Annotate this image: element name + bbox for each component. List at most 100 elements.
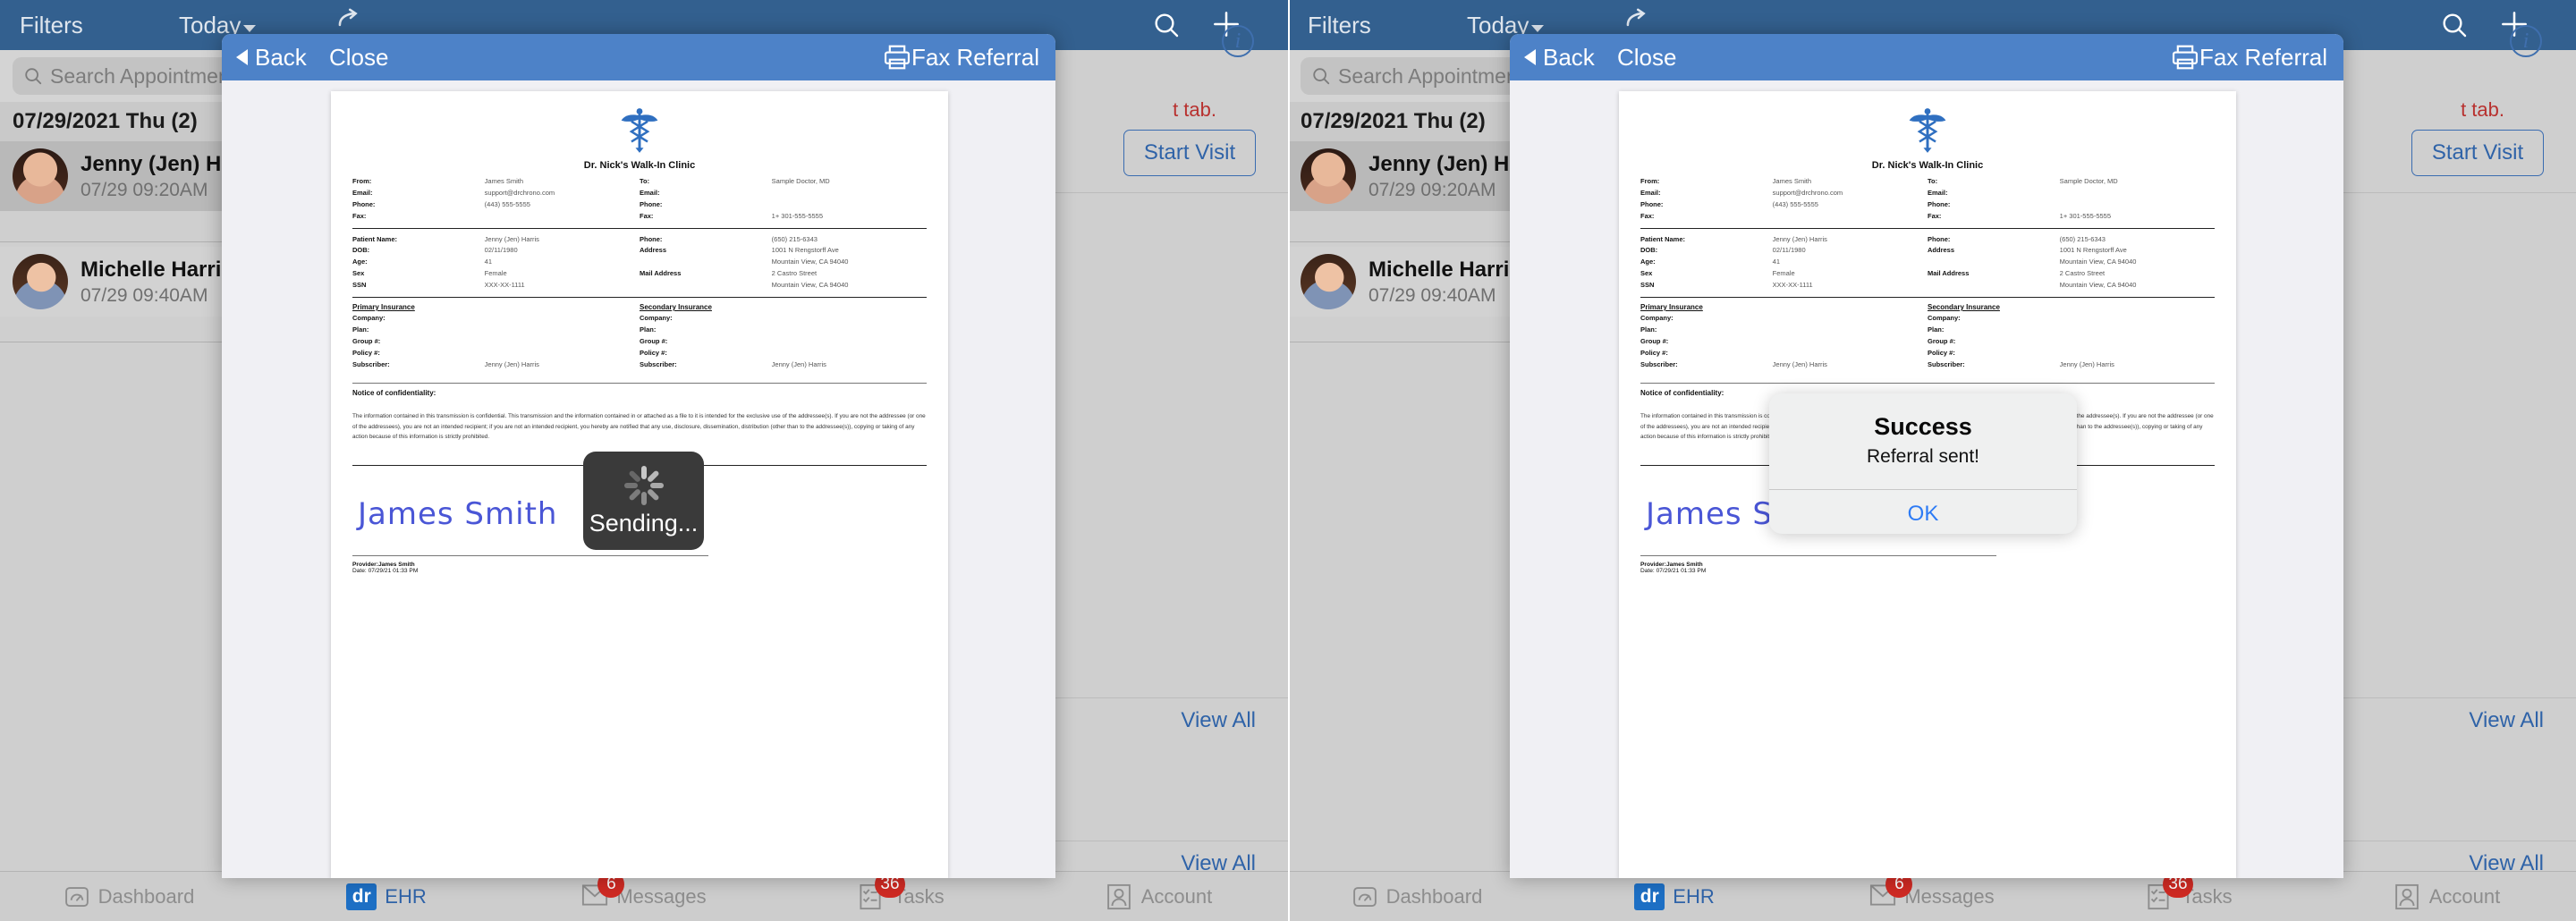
field-row: Phone: (443) 555-5555	[352, 199, 640, 211]
divider	[1640, 555, 1997, 557]
field-key: Email:	[1928, 188, 1948, 197]
field-key: Phone:	[640, 199, 663, 208]
info-icon[interactable]: i	[1222, 25, 1254, 57]
panel-gutter	[1288, 0, 1290, 921]
close-button[interactable]: Close	[1617, 44, 1676, 72]
field-key: Phone:	[1928, 234, 1951, 243]
tab-ehr[interactable]: dr EHR	[1546, 883, 1803, 910]
divider	[352, 227, 927, 229]
filters-button[interactable]: Filters	[1308, 12, 1371, 39]
from-column: From: James Smith Email: support@drchrono.…	[352, 176, 640, 223]
field-row: From: James Smith	[1640, 176, 1928, 188]
primary-insurance-column: Primary Insurance Company: Plan: Group #…	[352, 303, 640, 370]
field-value	[772, 313, 927, 325]
notice-body: The information contained in this transm…	[352, 413, 926, 440]
start-visit-button[interactable]: Start Visit	[1123, 130, 1256, 176]
caduceus-icon	[1907, 107, 1948, 158]
field-key: Patient Name:	[1640, 234, 1686, 243]
field-value	[1773, 325, 1928, 336]
field-row: Plan:	[1640, 325, 1928, 336]
field-value: (443) 555-5555	[484, 199, 530, 208]
provider-line: Provider:James Smith	[1640, 562, 1703, 569]
clinic-name: Dr. Nick's Walk-In Clinic	[583, 160, 696, 171]
field-row: Mountain View, CA 94040	[640, 257, 927, 268]
field-value: Sample Doctor, MD	[2059, 177, 2118, 185]
field-value	[2060, 188, 2215, 199]
section-heading: Secondary Insurance	[1928, 303, 2000, 312]
primary-insurance-column: Primary Insurance Company: Plan: Group #…	[1640, 303, 1928, 370]
date-line: Date: 07/29/21 01:33 PM	[1640, 568, 1707, 575]
field-row: Phone: (443) 555-5555	[1640, 199, 1928, 211]
alert-title: Success	[1874, 413, 1972, 440]
field-key: Phone:	[1640, 199, 1664, 208]
field-value	[772, 348, 927, 359]
close-button[interactable]: Close	[329, 44, 388, 72]
tab-label: Account	[2428, 884, 2501, 908]
filters-button[interactable]: Filters	[20, 12, 83, 39]
view-all-link[interactable]: View All	[1181, 708, 1256, 733]
field-key: Plan:	[352, 325, 369, 334]
secondary-insurance-column: Secondary Insurance Company: Plan: Group…	[640, 303, 927, 370]
printer-icon[interactable]	[2170, 44, 2200, 75]
back-button[interactable]: Back	[236, 44, 307, 72]
field-value: Jenny (Jen) Harris	[484, 234, 539, 243]
field-value	[2060, 336, 2215, 348]
gauge-icon	[64, 883, 90, 910]
patient-block: Patient Name: Jenny (Jen) Harris DOB: 02/1…	[1640, 234, 2215, 292]
insurance-block: Primary Insurance Company: Plan: Group #…	[352, 303, 927, 370]
tab-dashboard[interactable]: Dashboard	[0, 883, 258, 910]
tab-dashboard[interactable]: Dashboard	[1288, 883, 1546, 910]
divider	[1640, 383, 2215, 384]
field-row: Company:	[640, 313, 927, 325]
contact-column: Phone: (650) 215-6343 Address 1001 N Rengs…	[640, 234, 927, 292]
info-icon[interactable]: i	[2510, 25, 2542, 57]
field-key: Policy #:	[640, 348, 667, 357]
search-icon[interactable]	[1152, 11, 1181, 44]
field-row: Patient Name: Jenny (Jen) Harris	[1640, 234, 1928, 246]
right-screenshot-panel: Filters Today Search Appointments 07/29/…	[1288, 0, 2576, 921]
field-key: Group #:	[352, 336, 381, 345]
back-button[interactable]: Back	[1524, 44, 1595, 72]
field-row: Email:	[640, 188, 927, 199]
left-screenshot-panel: Filters Today Search Appointments 07/29/…	[0, 0, 1288, 921]
divider	[352, 555, 709, 557]
tab-tasks[interactable]: 36 Tasks	[773, 870, 1030, 910]
field-key: Age:	[1640, 258, 1656, 266]
envelope-icon: 6	[1869, 870, 1913, 910]
avatar	[13, 254, 68, 309]
divider	[1640, 227, 2215, 229]
view-all-link[interactable]: View All	[2469, 708, 2544, 733]
patient-column: Patient Name: Jenny (Jen) Harris DOB: 02/1…	[352, 234, 640, 292]
tab-ehr[interactable]: dr EHR	[258, 883, 515, 910]
modal-title: Fax Referral	[911, 43, 1039, 71]
modal-header: Back Close Fax Referral	[222, 34, 1055, 80]
alert-ok-button[interactable]: OK	[1769, 490, 2077, 534]
tab-tasks[interactable]: 36 Tasks	[2061, 870, 2318, 910]
field-key	[640, 280, 772, 292]
warning-text: t tab.	[2461, 98, 2504, 121]
person-icon	[1106, 883, 1133, 910]
tab-label: Dashboard	[97, 884, 195, 908]
field-row: Sex Female	[352, 268, 640, 280]
tab-account[interactable]: Account	[1030, 883, 1288, 910]
field-key: Email:	[352, 188, 373, 197]
field-key	[1928, 280, 2060, 292]
search-icon[interactable]	[2440, 11, 2469, 44]
tab-messages[interactable]: 6 Messages	[515, 870, 773, 910]
start-visit-button[interactable]: Start Visit	[2411, 130, 2544, 176]
tab-label: Messages	[616, 884, 707, 908]
field-row: Sex Female	[1640, 268, 1928, 280]
search-icon	[1313, 68, 1330, 85]
envelope-icon: 6	[581, 870, 625, 910]
tab-messages[interactable]: 6 Messages	[1803, 870, 2061, 910]
chevron-left-icon	[236, 49, 248, 65]
field-value: 02/11/1980	[1772, 246, 1806, 255]
checklist-icon: 36	[859, 870, 905, 910]
printer-icon[interactable]	[882, 44, 912, 75]
field-row: Phone:	[640, 199, 927, 211]
field-value: XXX-XX-1111	[484, 281, 525, 290]
tab-account[interactable]: Account	[2318, 883, 2576, 910]
field-row: Group #:	[1928, 336, 2215, 348]
field-value: Female	[1772, 269, 1795, 278]
field-row: Phone:	[1928, 199, 2215, 211]
